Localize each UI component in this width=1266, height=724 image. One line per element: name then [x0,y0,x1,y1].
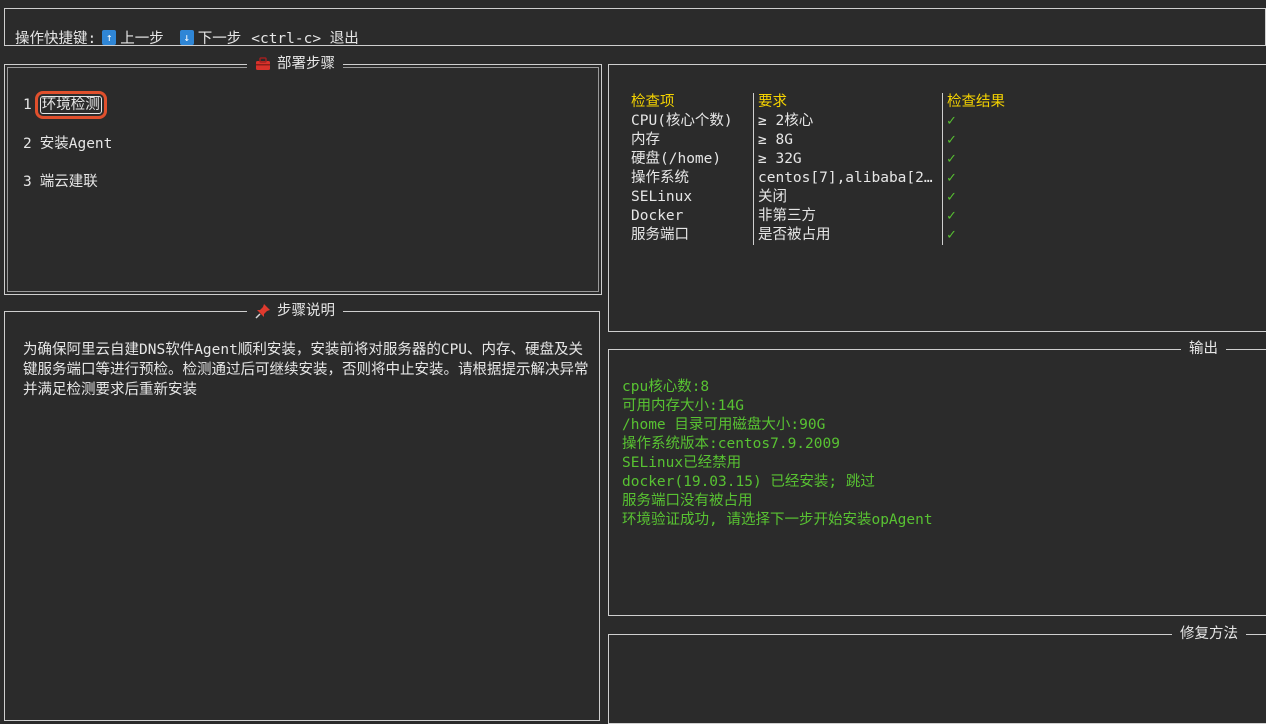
table-row: 服务端口 是否被占用 ✓ [627,226,1009,245]
help-exit: <ctrl-c> 退出 [251,31,359,47]
check-table: 检查项 要求 检查结果 CPU(核心个数) ≥ 2核心 ✓ 内存 ≥ 8G ✓ … [627,93,1009,245]
output-line: 操作系统版本:centos7.9.2009 [622,436,840,452]
check-ok-icon: ✓ [947,132,956,148]
table-row: 操作系统 centos[7],alibaba[2… ✓ [627,169,1009,188]
arrow-down-icon: ↓ [179,30,194,45]
toolbox-icon [256,57,270,70]
step-label: 环境检测 [34,91,107,119]
check-ok-icon: ✓ [947,151,956,167]
desc-panel-title: 步骤说明 [247,301,343,321]
output-line: SELinux已经禁用 [622,455,742,471]
step-item-cloud-link[interactable]: 3 端云建联 [23,170,98,191]
help-label: 操作快捷键: [15,31,97,47]
step-item-env-check[interactable]: 1 环境检测 [23,91,107,119]
table-row: Docker 非第三方 ✓ [627,207,1009,226]
table-header: 检查项 要求 检查结果 [627,93,1009,112]
output-line: docker(19.03.15) 已经安装; 跳过 [622,474,875,490]
help-next-step: 下一步 [197,31,242,47]
pushpin-icon [255,304,270,319]
help-bar: 操作快捷键: ↑ 上一步 ↓ 下一步 <ctrl-c> 退出 [4,8,1266,47]
step-description: 为确保阿里云自建DNS软件Agent顺利安装，安装前将对服务器的CPU、内存、硬… [23,342,589,398]
output-line: 环境验证成功, 请选择下一步开始安装opAgent [622,512,933,528]
table-row: 硬盘(/home) ≥ 32G ✓ [627,150,1009,169]
check-ok-icon: ✓ [947,113,956,129]
output-line: 可用内存大小:14G [622,398,744,414]
output-log: cpu核心数:8 可用内存大小:14G /home 目录可用磁盘大小:90G 操… [622,378,933,530]
check-ok-icon: ✓ [947,170,956,186]
steps-panel-title: 部署步骤 [247,54,343,74]
output-line: 服务端口没有被占用 [622,493,753,509]
output-panel-title: 输出 [1181,339,1226,359]
check-panel: 检查项 要求 检查结果 CPU(核心个数) ≥ 2核心 ✓ 内存 ≥ 8G ✓ … [608,64,1266,332]
table-row: CPU(核心个数) ≥ 2核心 ✓ [627,112,1009,131]
table-row: SELinux 关闭 ✓ [627,188,1009,207]
help-prev-step: 上一步 [120,31,164,47]
check-ok-icon: ✓ [947,227,956,243]
steps-panel: 部署步骤 1 环境检测 2 安装Agent 3 端云建联 [4,54,602,295]
output-line: /home 目录可用磁盘大小:90G [622,417,826,433]
step-label: 端云建联 [39,174,98,190]
check-ok-icon: ✓ [947,189,956,205]
step-item-install-agent[interactable]: 2 安装Agent [23,132,112,153]
output-line: cpu核心数:8 [622,379,710,395]
fix-panel: 修复方法 [608,624,1266,724]
table-row: 内存 ≥ 8G ✓ [627,131,1009,150]
desc-panel: 步骤说明 为确保阿里云自建DNS软件Agent顺利安装，安装前将对服务器的CPU… [4,301,600,721]
check-ok-icon: ✓ [947,208,956,224]
fix-panel-title: 修复方法 [1172,624,1246,644]
output-panel: 输出 cpu核心数:8 可用内存大小:14G /home 目录可用磁盘大小:90… [608,339,1266,616]
arrow-up-icon: ↑ [102,30,117,45]
step-label: 安装Agent [39,136,113,152]
